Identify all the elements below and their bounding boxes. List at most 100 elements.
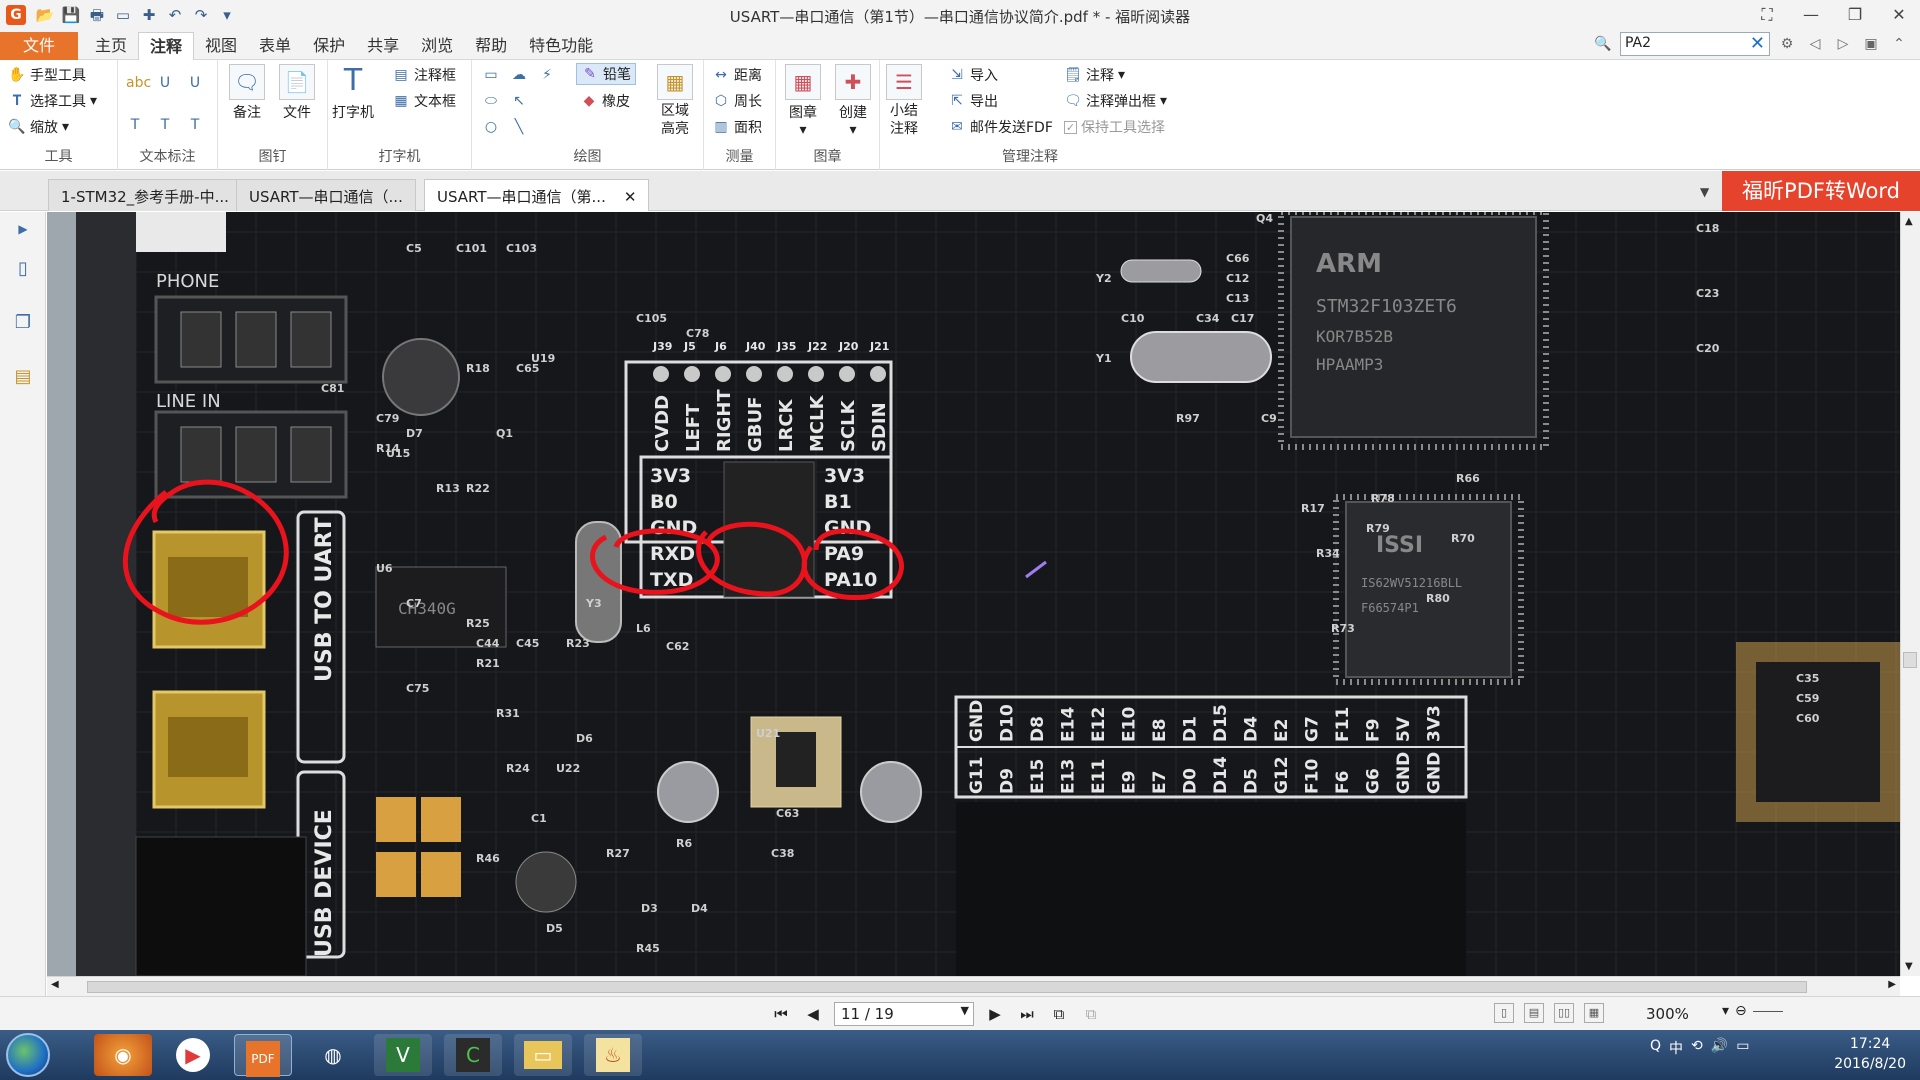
bookmark-icon[interactable]: ▣ bbox=[1860, 33, 1882, 55]
continuous-facing-icon[interactable]: ▦ bbox=[1584, 1003, 1604, 1023]
find-icon[interactable]: 🔍 bbox=[1592, 33, 1614, 55]
fire-icon[interactable]: ♨ bbox=[584, 1034, 642, 1076]
file-attach-button[interactable]: 📄 文件 bbox=[274, 64, 320, 122]
tab-home[interactable]: 主页 bbox=[84, 32, 138, 60]
vertical-scrollbar[interactable]: ▲ ▼ bbox=[1900, 212, 1920, 976]
line-icon[interactable]: ╲ bbox=[510, 118, 528, 136]
firefox-icon[interactable]: ◉ bbox=[94, 1034, 152, 1076]
first-page-icon[interactable]: ⏮ bbox=[770, 1003, 792, 1025]
search-input[interactable]: PA2 ✕ bbox=[1620, 32, 1770, 56]
zoom-dropdown-icon[interactable]: ▾ bbox=[1722, 1003, 1729, 1019]
comments-dropdown[interactable]: 🗒 注释 ▾ bbox=[1064, 64, 1125, 86]
word-icon[interactable]: C bbox=[444, 1034, 502, 1076]
rectangle-icon[interactable]: ▭ bbox=[482, 66, 500, 84]
next-page-icon[interactable]: ▶ bbox=[984, 1003, 1006, 1025]
back-icon[interactable]: ◁ bbox=[1804, 33, 1826, 55]
comments-panel-icon[interactable]: ▤ bbox=[10, 364, 36, 390]
bookmarks-icon[interactable]: ▯ bbox=[10, 256, 36, 282]
callout-tool[interactable]: ▤ 注释框 bbox=[392, 64, 456, 86]
folder-icon[interactable]: ▭ bbox=[514, 1034, 572, 1076]
pencil-tool[interactable]: ✎ 铅笔 bbox=[576, 63, 636, 85]
hand-tool[interactable]: ✋ 手型工具 bbox=[8, 64, 86, 86]
popup-dropdown[interactable]: 🗨 注释弹出框 ▾ bbox=[1064, 90, 1167, 112]
collapse-ribbon-icon[interactable]: ⌃ bbox=[1888, 33, 1910, 55]
doc-tab-1[interactable]: 1-STM32_参考手册-中... bbox=[48, 179, 242, 211]
email-fdf-button[interactable]: ✉ 邮件发送FDF bbox=[948, 116, 1053, 138]
prev-page-icon[interactable]: ◀ bbox=[802, 1003, 824, 1025]
prev-view-icon[interactable]: ⧉ bbox=[1048, 1003, 1070, 1025]
squiggly-icon[interactable]: U bbox=[186, 74, 204, 92]
settings-icon[interactable]: ⚙ bbox=[1776, 33, 1798, 55]
last-page-icon[interactable]: ⏭ bbox=[1016, 1003, 1038, 1025]
pdf-icon[interactable]: PDF bbox=[234, 1034, 292, 1077]
vertical-scroll-thumb[interactable] bbox=[1903, 652, 1917, 668]
eraser-tool[interactable]: ◆ 橡皮 bbox=[580, 90, 630, 112]
circle-icon[interactable]: ○ bbox=[482, 118, 500, 136]
insert-text-icon[interactable]: T bbox=[186, 116, 204, 134]
tab-comment[interactable]: 注释 bbox=[138, 32, 195, 60]
cloud-icon[interactable]: ☁ bbox=[510, 66, 528, 84]
next-view-icon[interactable]: ⧉ bbox=[1080, 1003, 1102, 1025]
pages-icon[interactable]: ❐ bbox=[10, 310, 36, 336]
create-stamp-button[interactable]: ✚ 创建 ▾ bbox=[830, 64, 876, 138]
close-tab-icon[interactable]: ✕ bbox=[624, 188, 637, 206]
doc-tab-2[interactable]: USART—串口通信（... bbox=[236, 179, 416, 211]
keep-tool-checkbox[interactable]: ✓ 保持工具选择 bbox=[1064, 116, 1165, 138]
start-button[interactable] bbox=[6, 1033, 50, 1077]
select-tool[interactable]: 𝐓 选择工具 ▾ bbox=[8, 90, 97, 112]
scroll-left-icon[interactable]: ◀ bbox=[51, 979, 59, 990]
horizontal-scroll-thumb[interactable] bbox=[87, 981, 1807, 993]
zoom-slider[interactable] bbox=[1752, 1010, 1783, 1012]
file-menu[interactable]: 文件 bbox=[0, 32, 78, 60]
fullscreen-icon[interactable]: ⛶ bbox=[1754, 3, 1780, 27]
page-number-input[interactable]: 11 / 19 ▼ bbox=[834, 1002, 974, 1026]
network-tray-icon[interactable]: ⟲ bbox=[1691, 1038, 1703, 1058]
area-highlight-button[interactable]: ▦ 区域高亮 bbox=[652, 64, 698, 138]
scroll-right-icon[interactable]: ▶ bbox=[1888, 979, 1896, 990]
ellipse-icon[interactable]: ⬭ bbox=[482, 92, 500, 110]
replace-text-icon[interactable]: T bbox=[156, 116, 174, 134]
note-button[interactable]: 🗨 备注 bbox=[224, 64, 270, 122]
highlight-icon[interactable]: abc bbox=[126, 74, 151, 92]
clock[interactable]: 17:24 2016/8/20 bbox=[1834, 1034, 1906, 1074]
tab-form[interactable]: 表单 bbox=[248, 32, 302, 60]
forward-icon[interactable]: ▷ bbox=[1832, 33, 1854, 55]
zoom-level[interactable]: 300% bbox=[1646, 1005, 1689, 1023]
continuous-page-icon[interactable]: ▤ bbox=[1524, 1003, 1544, 1023]
network-icon[interactable]: ◍ bbox=[304, 1034, 362, 1076]
minimize-button[interactable]: — bbox=[1798, 3, 1824, 27]
promo-banner[interactable]: 福昕PDF转Word bbox=[1722, 171, 1920, 211]
clear-search-icon[interactable]: ✕ bbox=[1750, 33, 1765, 55]
stamp-button[interactable]: ▦ 图章 ▾ bbox=[780, 64, 826, 138]
tab-share[interactable]: 共享 bbox=[356, 32, 410, 60]
restore-button[interactable]: ❐ bbox=[1842, 3, 1868, 27]
qq-icon[interactable]: Q bbox=[1650, 1038, 1661, 1058]
display-icon[interactable]: ▭ bbox=[1736, 1038, 1749, 1058]
media-player-icon[interactable]: ▶ bbox=[164, 1034, 222, 1076]
summarize-button[interactable]: ☰ 小结注释 bbox=[882, 64, 926, 138]
area-tool[interactable]: ▥ 面积 bbox=[712, 116, 762, 138]
polyline-icon[interactable]: ⚡ bbox=[538, 66, 556, 84]
import-button[interactable]: ⇲ 导入 bbox=[948, 64, 998, 86]
zoom-out-icon[interactable]: ⊖ bbox=[1735, 1003, 1747, 1019]
zoom-tool[interactable]: 🔍 缩放 ▾ bbox=[8, 116, 69, 138]
strikeout-icon[interactable]: T bbox=[126, 116, 144, 134]
scroll-up-icon[interactable]: ▲ bbox=[1905, 216, 1913, 227]
tab-help[interactable]: 帮助 bbox=[464, 32, 518, 60]
arrow-icon[interactable]: ↖ bbox=[510, 92, 528, 110]
textbox-tool[interactable]: ▦ 文本框 bbox=[392, 90, 456, 112]
single-page-icon[interactable]: ▯ bbox=[1494, 1003, 1514, 1023]
tab-protect[interactable]: 保护 bbox=[302, 32, 356, 60]
tab-browse[interactable]: 浏览 bbox=[410, 32, 464, 60]
tab-list-dropdown-icon[interactable]: ▼ bbox=[1700, 185, 1709, 199]
tab-view[interactable]: 视图 bbox=[194, 32, 248, 60]
doc-tab-3[interactable]: USART—串口通信（第... ✕ bbox=[424, 179, 650, 211]
expand-panel-icon[interactable]: ▶ bbox=[10, 216, 36, 242]
ime-tray-label[interactable]: 中 bbox=[1669, 1038, 1683, 1058]
horizontal-scrollbar[interactable]: ◀ ▶ bbox=[47, 976, 1900, 996]
typewriter-button[interactable]: T 打字机 bbox=[332, 64, 374, 122]
export-button[interactable]: ⇱ 导出 bbox=[948, 90, 998, 112]
page-dropdown-icon[interactable]: ▼ bbox=[961, 1004, 969, 1017]
distance-tool[interactable]: ↔ 距离 bbox=[712, 64, 762, 86]
close-button[interactable]: ✕ bbox=[1886, 3, 1912, 27]
